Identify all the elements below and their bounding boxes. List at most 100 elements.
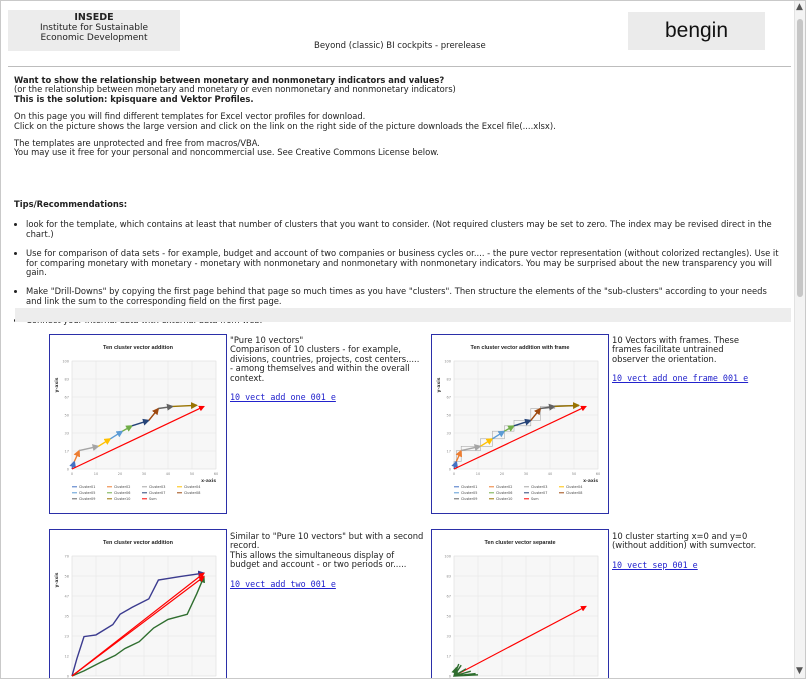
legend-label: Cluster05 bbox=[461, 491, 477, 495]
y-axis-label: y-axis bbox=[54, 377, 60, 392]
tick-label: 58 bbox=[65, 575, 69, 579]
tick-label: 83 bbox=[65, 378, 69, 382]
download-link[interactable]: 10 vect add one 001 e bbox=[230, 392, 425, 402]
tick-label: 100 bbox=[62, 360, 69, 364]
tick-label: 50 bbox=[572, 472, 576, 476]
template-thumbnail-3[interactable]: Ten cluster vector addition7005810472035… bbox=[49, 529, 227, 679]
tick-label: 0 bbox=[67, 468, 69, 472]
legend-label: Cluster04 bbox=[566, 485, 582, 489]
vertical-scrollbar[interactable]: ▲ ▼ bbox=[794, 1, 805, 678]
download-link[interactable]: 10 vect sep 001 e bbox=[612, 560, 792, 570]
intro-p1b: Click on the picture shows the large ver… bbox=[14, 120, 556, 131]
tip-item: Make "Drill-Downs" by copying the first … bbox=[26, 287, 784, 306]
template-thumbnail-2[interactable]: Ten cluster vector addition with frame 10… bbox=[431, 334, 609, 514]
desc-line: budget and account - or two periods or..… bbox=[230, 559, 407, 570]
tick-label: 33 bbox=[447, 635, 451, 639]
desc-line: observer the orientation. bbox=[612, 353, 717, 364]
tick-label: 12 bbox=[65, 655, 69, 659]
tick-label: 17 bbox=[447, 450, 451, 454]
download-link[interactable]: 10 vect add two 001 e bbox=[230, 579, 428, 589]
legend-label: Cluster08 bbox=[566, 491, 582, 495]
tick-label: 40 bbox=[548, 472, 552, 476]
y-axis-label: y-axis bbox=[54, 572, 60, 587]
tick-label: 35 bbox=[65, 615, 69, 619]
page-subtitle: Beyond (classic) BI cockpits - prereleas… bbox=[314, 41, 486, 51]
legend-label: Cluster10 bbox=[114, 497, 130, 501]
legend-label: Cluster02 bbox=[114, 485, 130, 489]
template-thumbnail-4[interactable]: Ten cluster vector separate1000831067205… bbox=[431, 529, 609, 679]
x-axis-label: x-axis bbox=[201, 478, 216, 484]
template-desc-3: Similar to "Pure 10 vectors" but with a … bbox=[230, 531, 428, 589]
x-axis-label: x-axis bbox=[583, 478, 598, 484]
chart-svg: Ten cluster vector addition 100 0 83 10 67 20 5… bbox=[54, 345, 218, 501]
header-divider bbox=[8, 66, 791, 67]
tick-label: 10 bbox=[476, 472, 480, 476]
tick-label: 40 bbox=[166, 472, 170, 476]
template-desc-2: 10 Vectors with frames. These frames fac… bbox=[612, 335, 792, 384]
org-title: INSEDE bbox=[74, 12, 114, 23]
chart-svg: Ten cluster vector addition with frame 10… bbox=[436, 345, 600, 501]
tick-label: 47 bbox=[65, 595, 69, 599]
tick-label: 0 bbox=[449, 468, 451, 472]
tick-label: 50 bbox=[190, 472, 194, 476]
tick-label: 70 bbox=[65, 555, 69, 559]
chart-svg: Ten cluster vector addition7005810472035… bbox=[54, 540, 217, 679]
legend-label: Cluster01 bbox=[461, 485, 477, 489]
tick-label: 83 bbox=[447, 378, 451, 382]
insede-logo[interactable]: INSEDE Institute for Sustainable Economi… bbox=[8, 10, 180, 51]
tick-label: 60 bbox=[596, 472, 600, 476]
legend-label: Cluster04 bbox=[184, 485, 200, 489]
scroll-up-arrow-icon[interactable]: ▲ bbox=[796, 2, 803, 12]
legend-label: Cluster08 bbox=[184, 491, 200, 495]
download-link[interactable]: 10 vect add one frame 001 e bbox=[612, 373, 792, 383]
tick-label: 0 bbox=[71, 472, 73, 476]
tick-label: 20 bbox=[500, 472, 504, 476]
tip-item: look for the template, which contains at… bbox=[26, 220, 784, 239]
tick-label: 60 bbox=[214, 472, 218, 476]
legend-label: Cluster07 bbox=[149, 491, 165, 495]
tip-item: Use for comparison of data sets - for ex… bbox=[26, 248, 784, 277]
legend-label: Sum bbox=[531, 497, 539, 501]
tick-label: 30 bbox=[142, 472, 146, 476]
tick-label: 30 bbox=[524, 472, 528, 476]
scroll-thumb[interactable] bbox=[797, 19, 803, 297]
tick-label: 50 bbox=[65, 414, 69, 418]
desc-line: Similar to "Pure 10 vectors" but with a … bbox=[230, 531, 424, 541]
legend-label: Cluster06 bbox=[114, 491, 130, 495]
desc-line: (without addition) with sumvector. bbox=[612, 540, 757, 551]
legend-label: Cluster07 bbox=[531, 491, 547, 495]
legend-label: Cluster09 bbox=[79, 497, 95, 501]
tick-label: 10 bbox=[94, 472, 98, 476]
tick-label: 50 bbox=[447, 414, 451, 418]
chart-title: Ten cluster vector addition with frame bbox=[471, 345, 570, 351]
tick-label: 100 bbox=[444, 360, 451, 364]
tick-label: 50 bbox=[447, 615, 451, 619]
chart-title: Ten cluster vector addition bbox=[103, 540, 174, 546]
chart-svg: Ten cluster vector separate1000831067205… bbox=[444, 540, 599, 679]
legend-label: Cluster03 bbox=[531, 485, 547, 489]
legend-label: Cluster03 bbox=[149, 485, 165, 489]
tick-label: 0 bbox=[449, 675, 451, 679]
template-thumbnail-1[interactable]: Ten cluster vector addition 100 0 83 10 67 20 5… bbox=[49, 334, 227, 514]
legend-label: Sum bbox=[149, 497, 157, 501]
template-desc-4: 10 cluster starting x=0 and y=0 (without… bbox=[612, 531, 792, 570]
tick-label: 67 bbox=[447, 396, 451, 400]
tick-label: 0 bbox=[453, 472, 455, 476]
legend-label: Cluster06 bbox=[496, 491, 512, 495]
tick-label: 17 bbox=[447, 655, 451, 659]
intro-p2b: You may use it free for your personal an… bbox=[14, 147, 439, 158]
intro-solution: This is the solution: kpisquare and Vekt… bbox=[14, 93, 254, 104]
org-line1: Institute for Sustainable bbox=[39, 23, 149, 33]
scroll-down-arrow-icon[interactable]: ▼ bbox=[796, 666, 803, 676]
desc-line: context. bbox=[230, 372, 265, 383]
tick-label: 83 bbox=[447, 575, 451, 579]
bengin-logo[interactable]: bengin bbox=[628, 12, 765, 50]
tick-label: 100 bbox=[444, 555, 451, 559]
tick-label: 23 bbox=[65, 635, 69, 639]
legend-label: Cluster01 bbox=[79, 485, 95, 489]
tick-label: 33 bbox=[447, 432, 451, 436]
legend-label: Cluster02 bbox=[496, 485, 512, 489]
template-desc-1: "Pure 10 vectors" Comparison of 10 clust… bbox=[230, 335, 425, 402]
tips-heading: Tips/Recommendations: bbox=[14, 199, 128, 209]
tick-label: 0 bbox=[67, 675, 69, 679]
